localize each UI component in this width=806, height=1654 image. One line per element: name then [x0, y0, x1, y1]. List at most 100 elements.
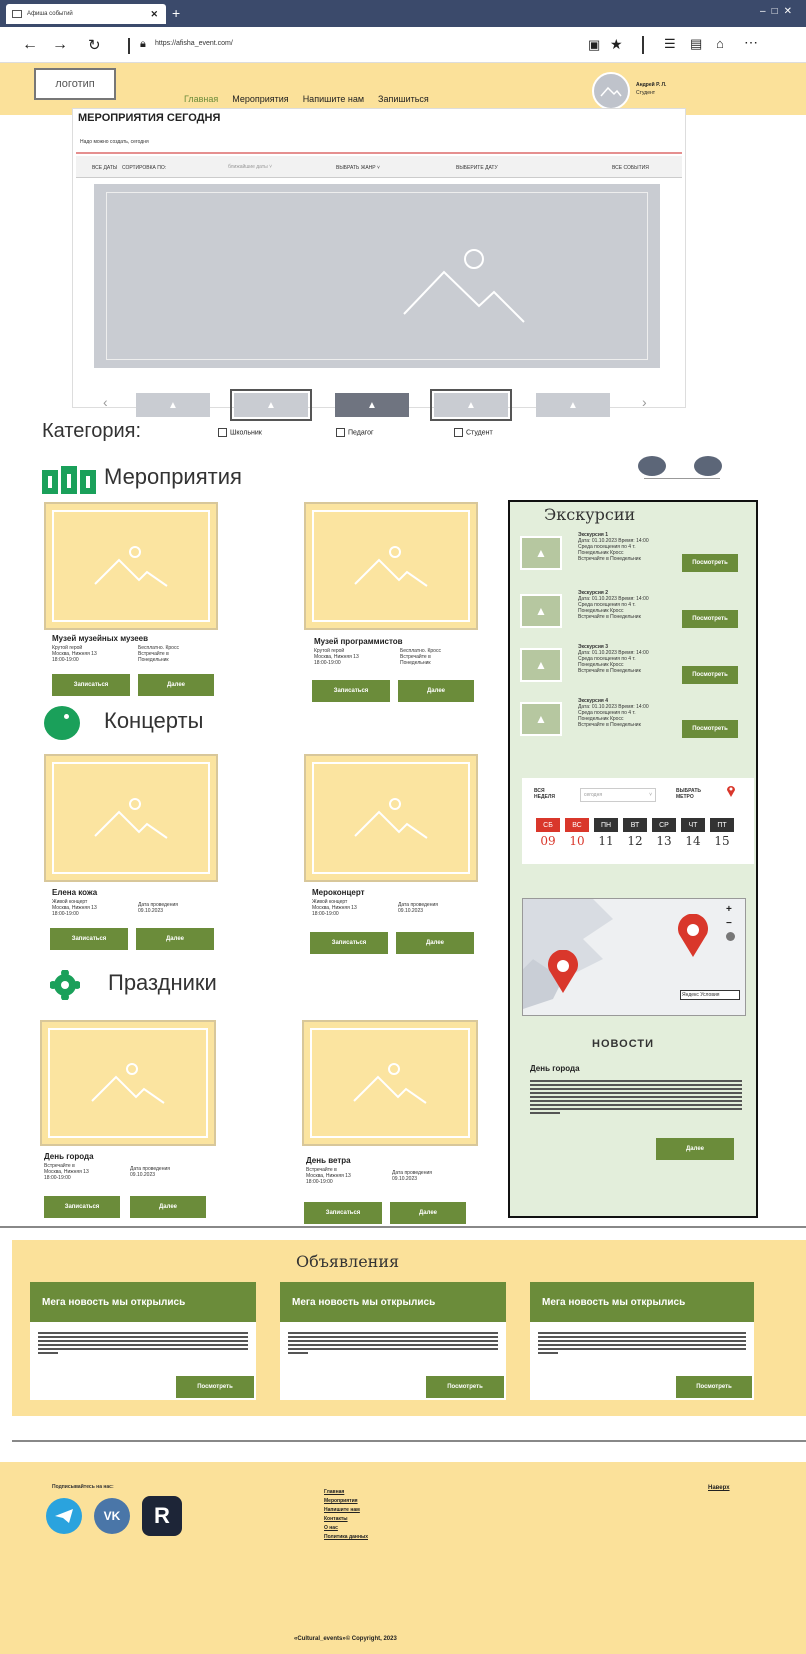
- carousel-thumb[interactable]: ▲: [230, 389, 312, 421]
- footer-link[interactable]: Контакты: [324, 1515, 368, 1524]
- nav-events[interactable]: Мероприятия: [232, 94, 288, 104]
- calendar-date[interactable]: 15: [710, 834, 734, 848]
- signup-button[interactable]: Записаться: [50, 928, 128, 950]
- carousel-next-icon[interactable]: ›: [642, 394, 647, 410]
- filter-sort-select[interactable]: ближайшие даты ˅: [228, 164, 308, 170]
- more-button[interactable]: Далее: [398, 680, 474, 702]
- event-card-image[interactable]: [304, 502, 478, 630]
- calendar-day-label[interactable]: ВС: [565, 818, 589, 832]
- telegram-icon[interactable]: [46, 1498, 82, 1534]
- footer-link[interactable]: Напишите нам: [324, 1506, 368, 1515]
- carousel-thumb[interactable]: ▲: [536, 393, 610, 417]
- event-card-image[interactable]: [44, 502, 218, 630]
- calendar-day-label[interactable]: ЧТ: [681, 818, 705, 832]
- excursion-image[interactable]: ▲: [520, 594, 562, 628]
- excursion-image[interactable]: ▲: [520, 702, 562, 736]
- favorites-icon[interactable]: ☰: [664, 36, 676, 52]
- calendar-day-label[interactable]: СБ: [536, 818, 560, 832]
- calendar-date[interactable]: 13: [652, 834, 676, 848]
- holiday-card-image[interactable]: [302, 1020, 478, 1146]
- minimize-icon[interactable]: –: [760, 6, 772, 17]
- location-pin-icon[interactable]: [726, 784, 736, 798]
- map-pin-icon[interactable]: [546, 949, 580, 994]
- calendar-select[interactable]: сегодня ˅: [580, 788, 656, 802]
- checkbox-icon[interactable]: [454, 428, 463, 437]
- category-option-teacher[interactable]: Педагог: [336, 428, 374, 437]
- nav-signup[interactable]: Запишиться: [378, 94, 429, 104]
- filter-genre[interactable]: ВЫБРАТЬ ЖАНР ˅: [336, 165, 436, 171]
- avatar[interactable]: [592, 72, 630, 110]
- calendar-day-label[interactable]: ПН: [594, 818, 618, 832]
- new-tab-button[interactable]: +: [172, 6, 186, 20]
- hero-carousel-image[interactable]: [94, 184, 660, 368]
- maximize-icon[interactable]: □: [772, 6, 784, 17]
- more-button[interactable]: Далее: [130, 1196, 206, 1218]
- announcement-view-button[interactable]: Посмотреть: [176, 1376, 254, 1398]
- back-icon[interactable]: ←: [22, 36, 38, 54]
- carousel-thumb[interactable]: ▲: [136, 393, 210, 417]
- tab-close-icon[interactable]: ✕: [150, 9, 158, 20]
- footer-link[interactable]: О нас: [324, 1524, 368, 1533]
- holiday-card-image[interactable]: [40, 1020, 216, 1146]
- checkbox-icon[interactable]: [336, 428, 345, 437]
- view-button[interactable]: Посмотреть: [682, 610, 738, 628]
- more-button[interactable]: Далее: [390, 1202, 466, 1224]
- back-to-top-link[interactable]: Наверх: [708, 1484, 730, 1493]
- calendar-date[interactable]: 09: [536, 834, 560, 848]
- concert-card-image[interactable]: [44, 754, 218, 882]
- map-zoom-out-icon[interactable]: −: [726, 918, 732, 929]
- more-icon[interactable]: ⋯: [744, 34, 758, 51]
- announcement-view-button[interactable]: Посмотреть: [676, 1376, 752, 1398]
- signup-button[interactable]: Записаться: [312, 680, 390, 702]
- close-window-icon[interactable]: ✕: [784, 6, 798, 17]
- address-bar[interactable]: https://afisha_event.com/: [155, 40, 555, 54]
- carousel-thumb[interactable]: ▲: [430, 389, 512, 421]
- calendar-day-label[interactable]: СР: [652, 818, 676, 832]
- calendar-date[interactable]: 12: [623, 834, 647, 848]
- chat-bubble-icon[interactable]: [694, 456, 722, 476]
- reader-icon[interactable]: ▣: [588, 37, 600, 53]
- calendar-date[interactable]: 11: [594, 834, 618, 848]
- nav-home[interactable]: Главная: [184, 94, 218, 104]
- view-button[interactable]: Посмотреть: [682, 666, 738, 684]
- profile-icon[interactable]: ⌂: [716, 36, 724, 51]
- chat-bubble-icon[interactable]: [638, 456, 666, 476]
- carousel-thumb-active[interactable]: ▲: [335, 393, 409, 417]
- signup-button[interactable]: Записаться: [52, 674, 130, 696]
- signup-button[interactable]: Записаться: [304, 1202, 382, 1224]
- view-button[interactable]: Посмотреть: [682, 554, 738, 572]
- more-button[interactable]: Далее: [138, 674, 214, 696]
- map-layers-icon[interactable]: [726, 932, 735, 941]
- more-button[interactable]: Далее: [396, 932, 474, 954]
- calendar-day-label[interactable]: ПТ: [710, 818, 734, 832]
- collections-icon[interactable]: ▤: [690, 36, 702, 52]
- excursion-image[interactable]: ▲: [520, 536, 562, 570]
- carousel-prev-icon[interactable]: ‹: [103, 394, 108, 410]
- announcement-view-button[interactable]: Посмотреть: [426, 1376, 504, 1398]
- excursion-image[interactable]: ▲: [520, 648, 562, 682]
- footer-link[interactable]: Политика данных: [324, 1533, 368, 1542]
- news-more-button[interactable]: Далее: [656, 1138, 734, 1160]
- nav-contact[interactable]: Напишите нам: [303, 94, 364, 104]
- calendar-day-label[interactable]: ВТ: [623, 818, 647, 832]
- checkbox-icon[interactable]: [218, 428, 227, 437]
- rutube-icon[interactable]: R: [142, 1496, 182, 1536]
- category-option-school[interactable]: Школьник: [218, 428, 262, 437]
- forward-icon[interactable]: →: [52, 36, 68, 54]
- view-button[interactable]: Посмотреть: [682, 720, 738, 738]
- map-pin-icon[interactable]: [676, 913, 710, 958]
- calendar-date[interactable]: 10: [565, 834, 589, 848]
- filter-date[interactable]: ВЫБЕРИТЕ ДАТУ: [456, 165, 498, 171]
- browser-tab[interactable]: Афиша событий ✕: [6, 4, 166, 24]
- metro-select[interactable]: ВЫБРАТЬ МЕТРО: [676, 788, 701, 800]
- reload-icon[interactable]: ↻: [88, 36, 101, 54]
- signup-button[interactable]: Записаться: [310, 932, 388, 954]
- filter-all-dates[interactable]: ВСЕ ДАТЫ: [92, 165, 117, 171]
- filter-all-events[interactable]: ВСЕ СОБЫТИЯ: [612, 165, 649, 171]
- signup-button[interactable]: Записаться: [44, 1196, 120, 1218]
- logo[interactable]: логотип: [34, 68, 116, 100]
- concert-card-image[interactable]: [304, 754, 478, 882]
- footer-link[interactable]: Мероприятия: [324, 1497, 368, 1506]
- calendar-date[interactable]: 14: [681, 834, 705, 848]
- footer-link[interactable]: Главная: [324, 1488, 368, 1497]
